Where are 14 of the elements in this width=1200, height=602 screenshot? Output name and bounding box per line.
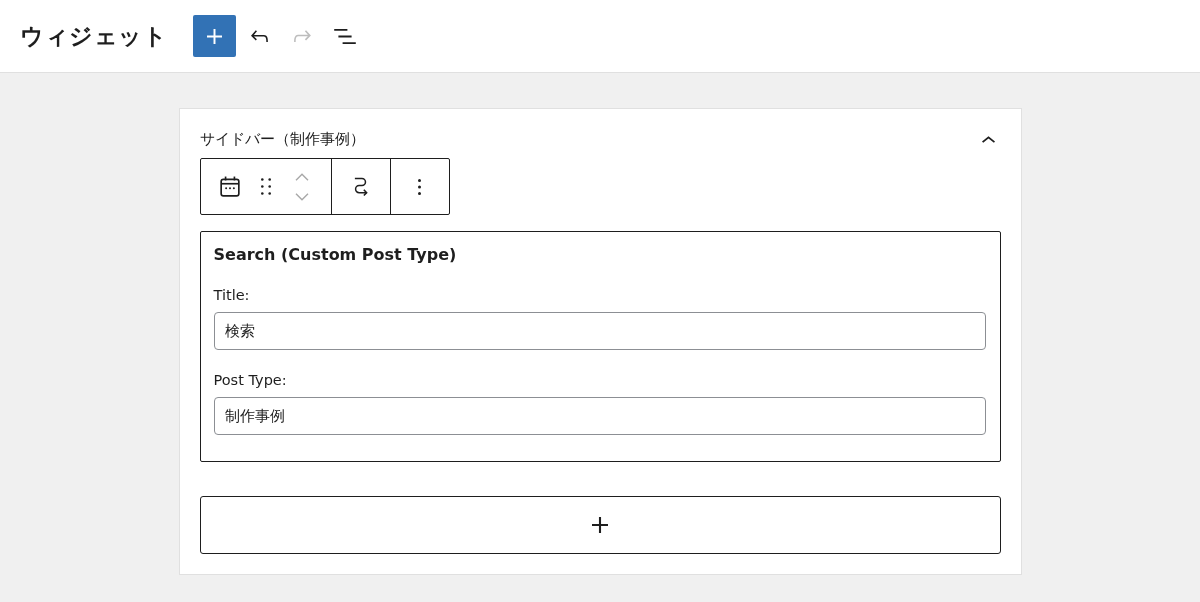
vertical-dots-icon (418, 178, 421, 195)
field-label: Title: (213, 286, 251, 304)
field-label: Post Type: (213, 371, 288, 389)
plus-icon (592, 517, 608, 533)
panel-title: サイドバー（制作事例） (199, 129, 365, 149)
drag-handle-icon (260, 178, 271, 195)
calendar-icon (219, 176, 240, 197)
curved-arrow-icon (352, 176, 369, 197)
chevron-up-icon (981, 135, 995, 143)
page-title: ウィジェット (20, 21, 167, 51)
input-field[interactable]: 制作事例 (213, 397, 986, 435)
input-field[interactable]: 検索 (213, 312, 986, 350)
add-block-button[interactable] (199, 496, 1001, 554)
widget-title: Search (Custom Post Type) (213, 245, 458, 265)
